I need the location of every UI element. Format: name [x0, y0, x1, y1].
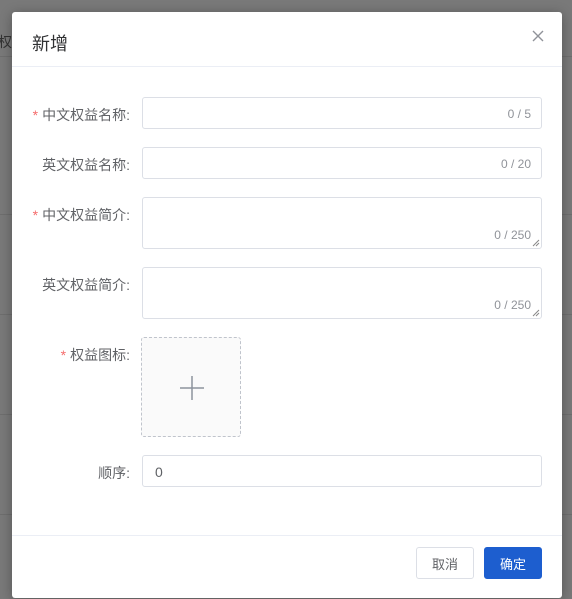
en-name-counter: 0 / 20: [500, 157, 531, 171]
icon-upload[interactable]: [141, 337, 241, 437]
add-dialog: 新增 * 中文权益名称: 0 / 5 英文权益名称: 0 / 20 * 中文权益简介…: [12, 12, 562, 598]
resize-grip-icon[interactable]: [532, 239, 540, 247]
required-mark: *: [60, 347, 67, 363]
dialog-header: 新增: [12, 12, 562, 67]
cn-intro-textarea[interactable]: 0 / 250: [142, 197, 542, 249]
en-intro-textarea[interactable]: 0 / 250: [142, 267, 542, 319]
cn-intro-counter: 0 / 250: [494, 228, 531, 242]
order-input[interactable]: 0: [142, 455, 542, 487]
form-label-order: 顺序:: [98, 465, 130, 481]
en-intro-counter: 0 / 250: [494, 298, 531, 312]
resize-grip-icon[interactable]: [532, 309, 540, 317]
close-icon: [532, 30, 544, 42]
form-label-en-intro: 英文权益简介:: [42, 277, 130, 293]
cn-name-counter: 0 / 5: [507, 107, 531, 121]
form-label-en-name: 英文权益名称:: [42, 157, 130, 173]
form-label-cn-name: * 中文权益名称:: [32, 107, 130, 123]
form-label-cn-intro: * 中文权益简介:: [32, 207, 130, 223]
confirm-button[interactable]: 确定: [484, 547, 542, 579]
form-label-icon: * 权益图标:: [60, 347, 130, 363]
required-mark: *: [32, 207, 39, 223]
cn-name-input[interactable]: 0 / 5: [142, 97, 542, 129]
plus-icon: [180, 376, 204, 400]
order-value: 0: [155, 464, 163, 480]
close-button[interactable]: [530, 28, 546, 44]
cancel-button[interactable]: 取消: [416, 547, 474, 579]
dialog-footer: 取消 确定: [12, 535, 562, 598]
en-name-input[interactable]: 0 / 20: [142, 147, 542, 179]
required-mark: *: [32, 107, 39, 123]
dialog-title: 新增: [32, 34, 68, 54]
